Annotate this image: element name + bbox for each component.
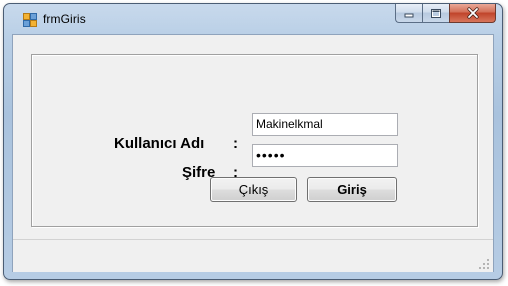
maximize-button[interactable] [422, 4, 449, 23]
window-title: frmGiris [43, 12, 86, 26]
status-bar [13, 239, 493, 272]
title-bar[interactable]: frmGiris [4, 4, 502, 34]
close-button[interactable] [449, 4, 496, 23]
login-window: frmGiris Kullanıcı Adı: Şifre: Makinel… [3, 3, 503, 280]
form-client-area: Kullanıcı Adı : Şifre : Makinelkmal ••••… [12, 34, 494, 272]
form-icon [23, 13, 37, 27]
resize-grip-icon[interactable] [478, 257, 490, 269]
login-button[interactable]: Giriş [307, 177, 397, 202]
minimize-button[interactable] [395, 4, 422, 23]
maximize-icon [430, 8, 442, 19]
exit-button[interactable]: Çıkış [210, 177, 297, 202]
minimize-icon [403, 8, 415, 18]
close-icon [466, 7, 480, 19]
username-colon: : [233, 135, 238, 152]
username-input[interactable]: Makinelkmal [252, 113, 398, 136]
password-input[interactable]: ••••• [252, 144, 398, 167]
caption-buttons [395, 4, 496, 23]
username-label: Kullanıcı Adı [114, 135, 205, 152]
login-groupbox: Kullanıcı Adı : Şifre : Makinelkmal ••••… [31, 54, 478, 227]
